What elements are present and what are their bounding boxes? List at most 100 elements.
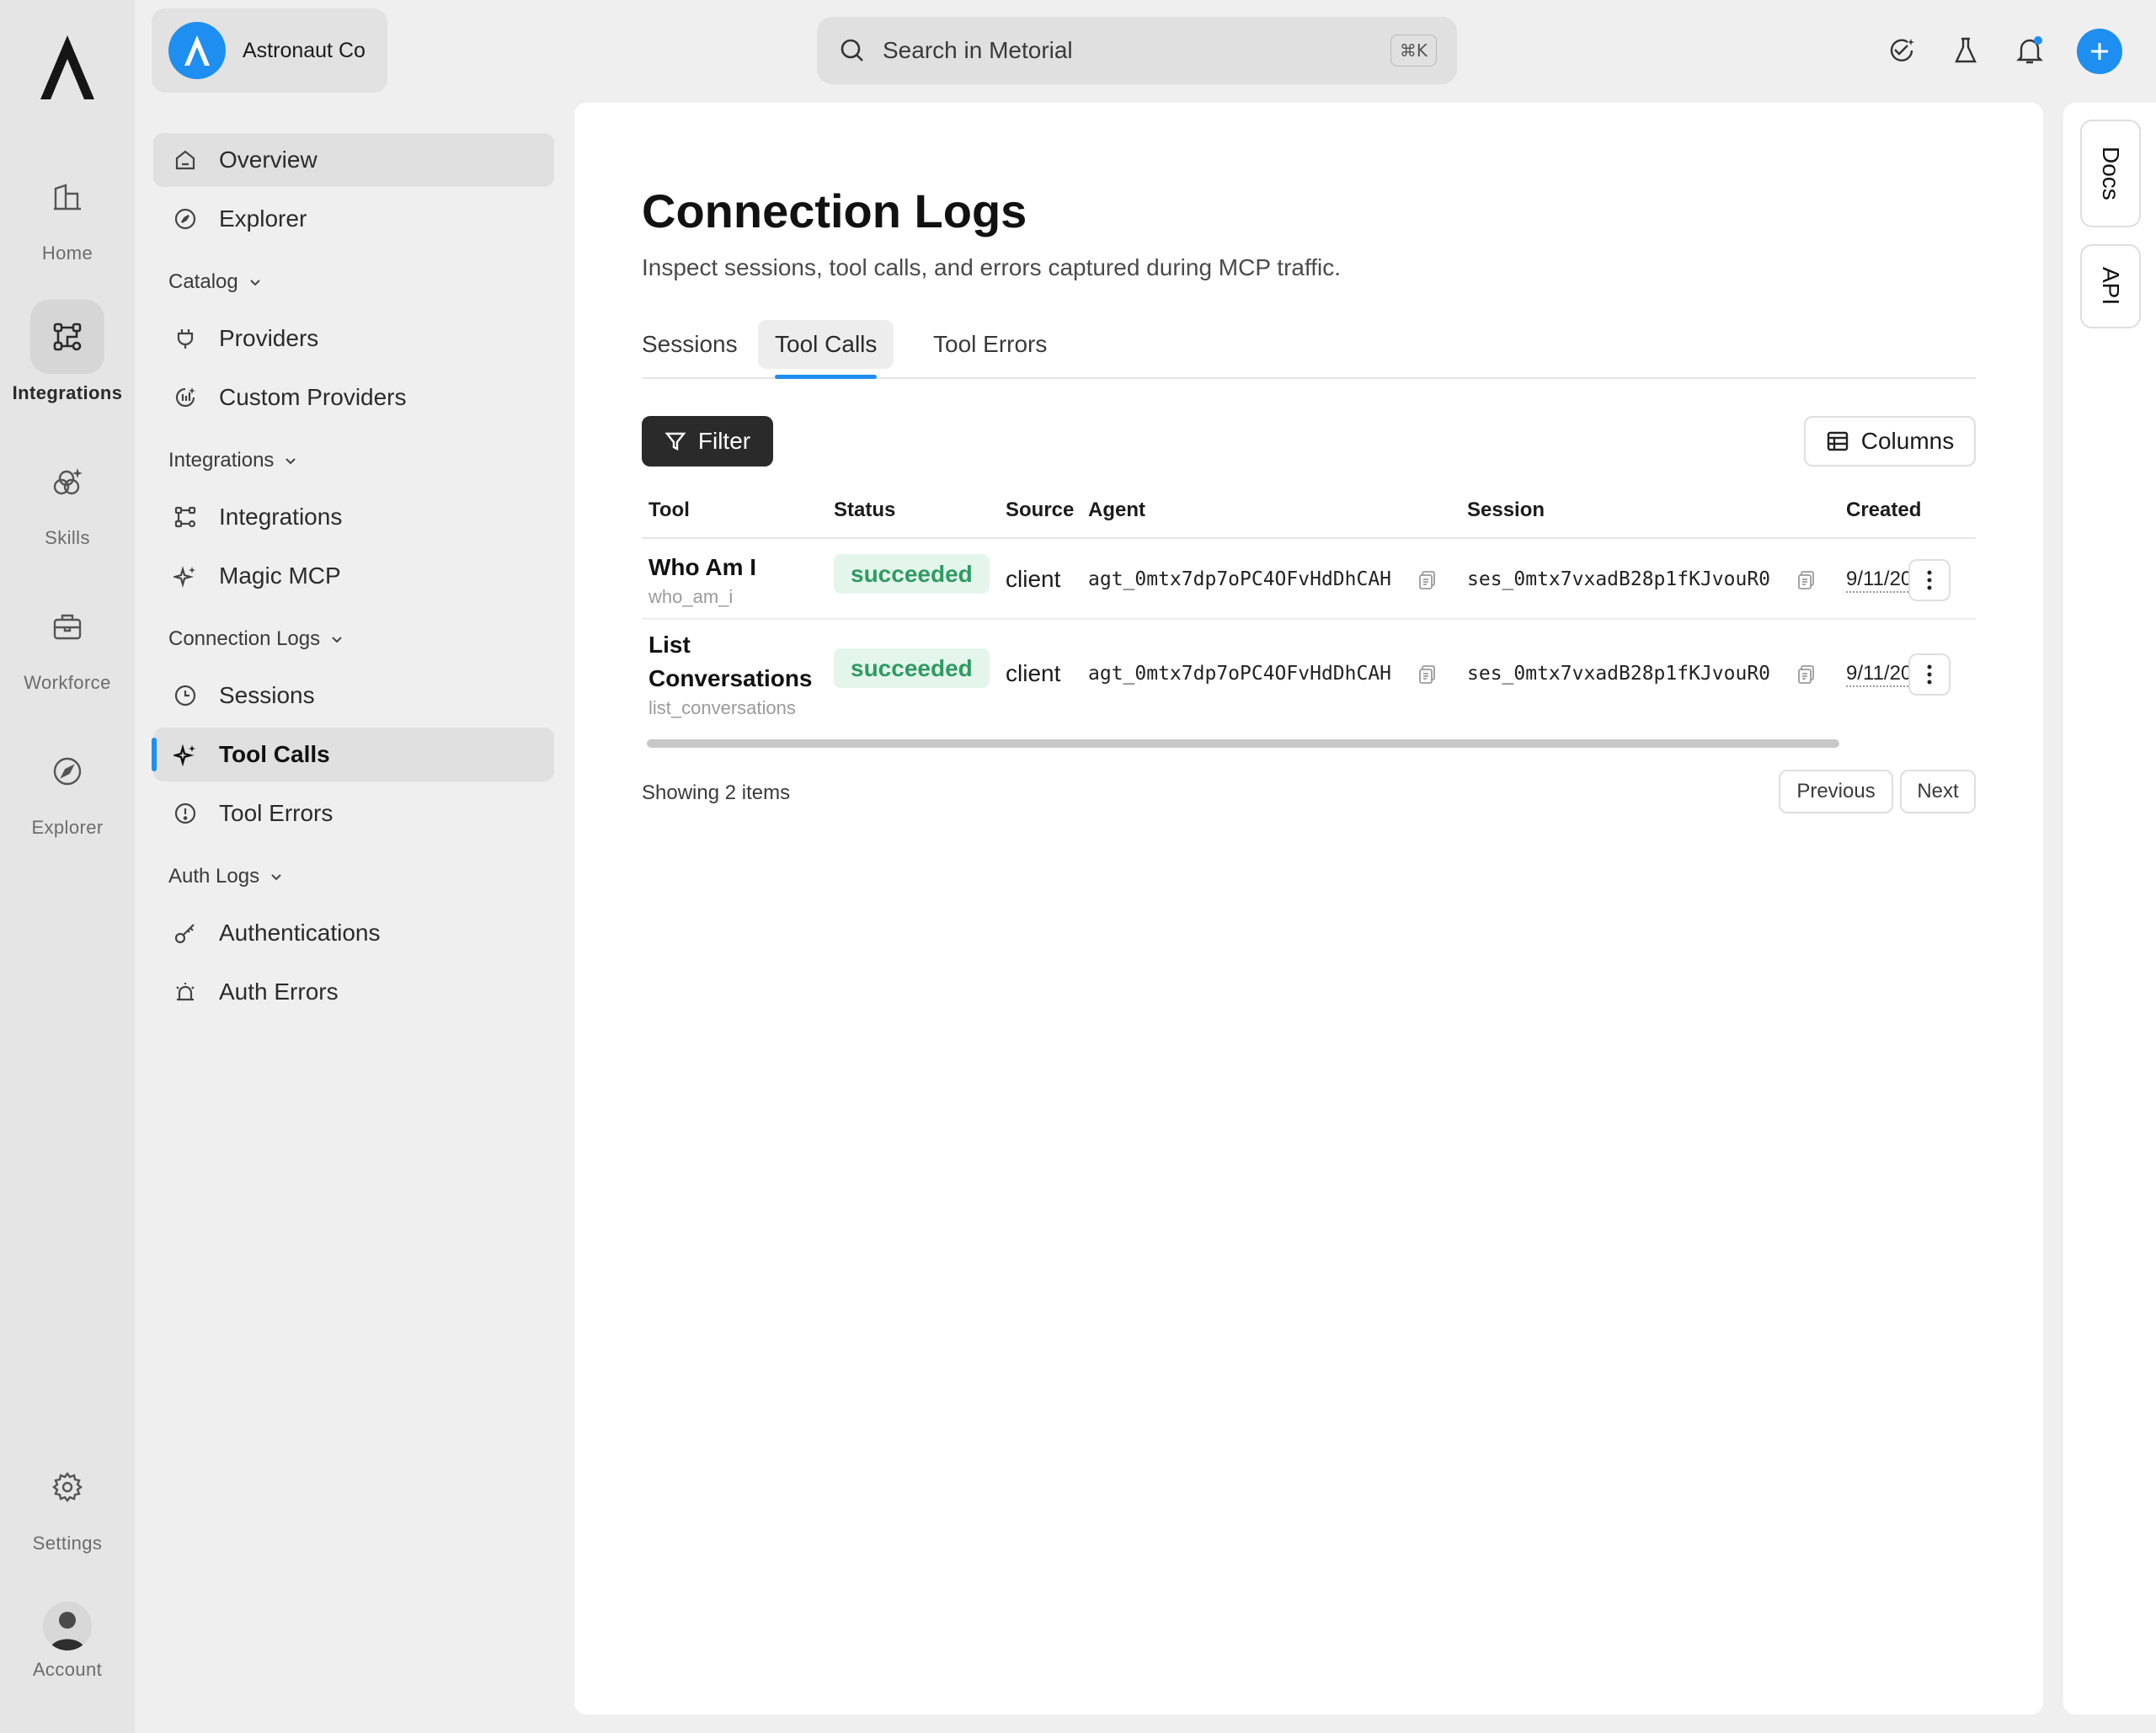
docs-tab[interactable]: Docs <box>2080 120 2141 227</box>
sidebar-section-connection-logs[interactable]: Connection Logs <box>153 610 554 669</box>
tab-sessions[interactable]: Sessions <box>642 320 755 369</box>
copy-icon[interactable] <box>1796 664 1817 685</box>
docs-label: Docs <box>2098 147 2124 200</box>
agent-id: agt_0mtx7dp7oPC4OFvHdDhCAH <box>1088 663 1392 685</box>
sidebar-item-custom-providers[interactable]: Custom Providers <box>153 371 554 424</box>
pagination-summary: Showing 2 items <box>642 781 791 804</box>
status-badge: succeeded <box>834 554 990 594</box>
sidebar: Overview Explorer Catalog Providers Cust… <box>152 133 554 1024</box>
rail-item-workforce[interactable]: Workforce <box>0 589 135 694</box>
rail-item-home[interactable]: Home <box>0 160 135 264</box>
tool-key: list_conversations <box>648 697 796 718</box>
copy-icon[interactable] <box>1417 664 1438 685</box>
sidebar-item-tool-calls[interactable]: Tool Calls <box>152 728 554 781</box>
status-badge: succeeded <box>834 648 990 688</box>
sidebar-item-label: Sessions <box>219 682 315 708</box>
row-menu-button[interactable] <box>1908 559 1951 601</box>
tab-bar: Sessions Tool Calls Tool Errors <box>642 320 1976 379</box>
sidebar-item-magic-mcp[interactable]: Magic MCP <box>153 549 554 603</box>
rail-item-explorer[interactable]: Explorer <box>0 734 135 839</box>
filter-button[interactable]: Filter <box>642 416 773 467</box>
filter-label: Filter <box>697 428 751 454</box>
org-name: Astronaut Co <box>243 38 366 62</box>
sidebar-item-auth-errors[interactable]: Auth Errors <box>153 965 554 1019</box>
source-cell: client <box>1006 566 1061 592</box>
column-header-session[interactable]: Session <box>1467 499 1545 522</box>
app-rail: Home Integrations Skills Workforce Explo… <box>0 0 135 1733</box>
rail-label: Workforce <box>24 672 111 693</box>
search-placeholder: Search in Metorial <box>883 37 1073 63</box>
api-tab[interactable]: API <box>2080 244 2141 328</box>
plug-icon <box>172 325 199 352</box>
column-header-status[interactable]: Status <box>834 499 895 522</box>
search-icon <box>839 37 866 64</box>
section-title: Connection Logs <box>168 627 321 650</box>
columns-button[interactable]: Columns <box>1804 416 1976 467</box>
page-title: Connection Logs <box>642 184 1027 237</box>
tool-key: who_am_i <box>648 586 734 607</box>
column-header-tool[interactable]: Tool <box>648 499 690 522</box>
tool-name: Who Am I <box>648 554 757 580</box>
session-id: ses_0mtx7vxadB28p1fKJvouR0 <box>1467 568 1771 590</box>
table-row[interactable]: Who Am I who_am_i succeeded client agt_0… <box>642 541 1976 620</box>
sidebar-item-providers[interactable]: Providers <box>153 312 554 365</box>
tab-tool-calls[interactable]: Tool Calls <box>758 320 894 379</box>
rail-label: Skills <box>45 527 90 548</box>
column-header-created[interactable]: Created <box>1846 499 1921 522</box>
column-header-agent[interactable]: Agent <box>1088 499 1145 522</box>
tab-tool-errors[interactable]: Tool Errors <box>916 320 1064 369</box>
previous-button[interactable]: Previous <box>1779 770 1893 813</box>
sidebar-item-authentications[interactable]: Authentications <box>153 906 554 960</box>
more-vertical-icon <box>1926 664 1933 685</box>
sidebar-section-catalog[interactable]: Catalog <box>153 253 554 312</box>
skills-icon <box>30 445 104 519</box>
section-title: Catalog <box>168 270 238 293</box>
rail-item-integrations[interactable]: Integrations <box>0 300 135 404</box>
tool-cell: List Conversations list_conversations <box>648 628 825 719</box>
sidebar-section-integrations[interactable]: Integrations <box>153 431 554 490</box>
sidebar-item-overview[interactable]: Overview <box>153 133 554 187</box>
org-switcher[interactable]: Astronaut Co <box>152 8 387 93</box>
section-title: Integrations <box>168 449 275 472</box>
metorial-logo[interactable] <box>39 34 96 101</box>
status-text: succeeded <box>834 648 990 688</box>
sidebar-section-auth-logs[interactable]: Auth Logs <box>153 847 554 906</box>
sidebar-item-integrations[interactable]: Integrations <box>153 490 554 544</box>
page-subtitle: Inspect sessions, tool calls, and errors… <box>642 254 1342 280</box>
gear-icon <box>30 1450 104 1524</box>
api-label: API <box>2098 267 2124 306</box>
home-icon <box>172 147 199 173</box>
bell-icon[interactable] <box>2009 30 2050 71</box>
sidebar-item-label: Tool Errors <box>219 800 334 826</box>
org-logo-icon <box>168 22 226 79</box>
rail-item-skills[interactable]: Skills <box>0 445 135 549</box>
add-button[interactable] <box>2077 29 2122 74</box>
compass-icon <box>172 205 199 232</box>
column-header-source[interactable]: Source <box>1006 499 1074 522</box>
copy-icon[interactable] <box>1417 569 1438 591</box>
sidebar-item-explorer[interactable]: Explorer <box>153 192 554 246</box>
filter-icon <box>664 430 686 452</box>
horizontal-scrollbar[interactable] <box>647 739 1839 748</box>
copy-icon[interactable] <box>1796 569 1817 591</box>
compass-icon <box>30 734 104 808</box>
sidebar-item-sessions[interactable]: Sessions <box>153 669 554 723</box>
sidebar-item-label: Custom Providers <box>219 384 407 410</box>
table-row[interactable]: List Conversations list_conversations su… <box>642 621 1976 731</box>
rail-item-account[interactable]: Account <box>0 1602 135 1681</box>
table-icon <box>1826 429 1849 453</box>
sidebar-item-label: Overview <box>219 147 318 173</box>
sidebar-item-label: Integrations <box>219 504 343 530</box>
next-button[interactable]: Next <box>1900 770 1976 813</box>
sidebar-item-label: Magic MCP <box>219 563 341 589</box>
feedback-icon[interactable] <box>1881 30 1922 71</box>
source-cell: client <box>1006 660 1061 686</box>
sidebar-item-tool-errors[interactable]: Tool Errors <box>153 787 554 840</box>
session-id: ses_0mtx7vxadB28p1fKJvouR0 <box>1467 663 1771 685</box>
row-menu-button[interactable] <box>1908 653 1951 696</box>
flask-icon[interactable] <box>1945 30 1986 71</box>
sidebar-item-label: Providers <box>219 325 319 351</box>
created-date: 9/11/20 <box>1846 662 1913 687</box>
search-input[interactable]: Search in Metorial ⌘K <box>817 17 1457 84</box>
rail-item-settings[interactable]: Settings <box>0 1450 135 1554</box>
